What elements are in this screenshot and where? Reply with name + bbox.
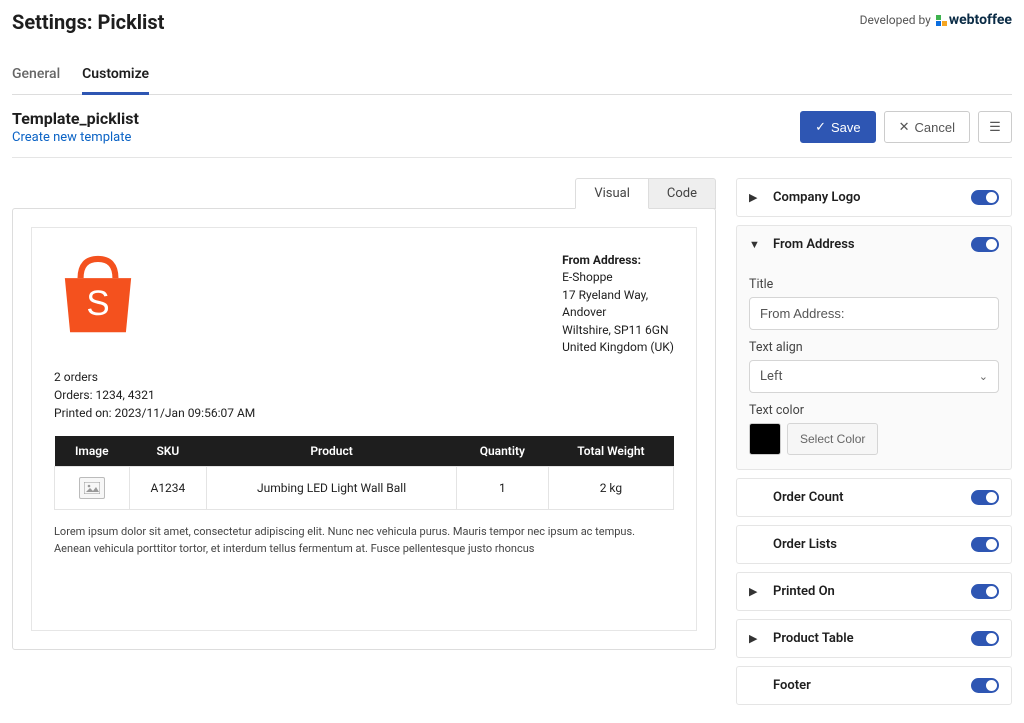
panel-header-printed-on[interactable]: ▶ Printed On (737, 573, 1011, 610)
panel-order-count: ▶ Order Count (736, 478, 1012, 517)
product-table: Image SKU Product Quantity Total Weight (54, 436, 674, 510)
from-address-block: From Address: E-Shoppe 17 Ryeland Way, A… (562, 252, 674, 356)
text-align-select[interactable]: Left ⌄ (749, 360, 999, 393)
toggle-product-table[interactable] (971, 631, 999, 646)
template-name: Template_picklist (12, 109, 139, 128)
image-placeholder-icon (79, 477, 105, 499)
svg-text:S: S (86, 284, 109, 323)
order-count-text: 2 orders (54, 368, 674, 386)
panel-footer: ▶ Footer (736, 666, 1012, 705)
panel-order-lists: ▶ Order Lists (736, 525, 1012, 564)
select-color-button[interactable]: Select Color (787, 423, 878, 455)
title-label: Title (749, 277, 999, 292)
save-button[interactable]: ✓ Save (800, 111, 876, 143)
main-tabs: General Customize (12, 58, 1012, 95)
orders-text: Orders: 1234, 4321 (54, 386, 674, 404)
hamburger-icon: ☰ (989, 119, 1001, 135)
chevron-down-icon: ⌄ (979, 370, 988, 383)
close-icon: ✕ (899, 119, 910, 135)
check-icon: ✓ (815, 119, 826, 135)
cancel-button[interactable]: ✕ Cancel (884, 111, 970, 143)
panel-header-company-logo[interactable]: ▶ Company Logo (737, 179, 1011, 216)
panel-printed-on: ▶ Printed On (736, 572, 1012, 611)
page-title: Settings: Picklist (12, 10, 164, 34)
developed-by: Developed by webtoffee (860, 12, 1012, 28)
create-template-link[interactable]: Create new template (12, 130, 131, 145)
chevron-right-icon: ▶ (749, 632, 763, 645)
printed-on-text: Printed on: 2023/11/Jan 09:56:07 AM (54, 404, 674, 422)
panel-product-table: ▶ Product Table (736, 619, 1012, 658)
menu-button[interactable]: ☰ (978, 111, 1012, 143)
panel-from-address: ▼ From Address Title Text align Left ⌄ T… (736, 225, 1012, 470)
panel-header-order-lists[interactable]: ▶ Order Lists (737, 526, 1011, 563)
toggle-footer[interactable] (971, 678, 999, 693)
text-color-label: Text color (749, 403, 999, 418)
panel-company-logo: ▶ Company Logo (736, 178, 1012, 217)
color-swatch[interactable] (749, 423, 781, 455)
table-row: A1234 Jumbing LED Light Wall Ball 1 2 kg (55, 467, 674, 510)
panel-header-from-address[interactable]: ▼ From Address (737, 226, 1011, 263)
panel-header-product-table[interactable]: ▶ Product Table (737, 620, 1011, 657)
toggle-company-logo[interactable] (971, 190, 999, 205)
panel-header-footer[interactable]: ▶ Footer (737, 667, 1011, 704)
webtoffee-logo: webtoffee (936, 12, 1012, 28)
view-tab-visual[interactable]: Visual (575, 178, 649, 209)
view-tab-code[interactable]: Code (649, 178, 716, 209)
chevron-right-icon: ▶ (749, 191, 763, 204)
text-align-label: Text align (749, 340, 999, 355)
preview-document: S From Address: E-Shoppe 17 Ryeland Way,… (31, 227, 697, 631)
preview-shell: S From Address: E-Shoppe 17 Ryeland Way,… (12, 208, 716, 650)
chevron-right-icon: ▶ (749, 585, 763, 598)
company-logo-icon: S (54, 252, 142, 334)
panel-header-order-count[interactable]: ▶ Order Count (737, 479, 1011, 516)
toggle-order-lists[interactable] (971, 537, 999, 552)
toggle-order-count[interactable] (971, 490, 999, 505)
toggle-printed-on[interactable] (971, 584, 999, 599)
tab-customize[interactable]: Customize (82, 58, 149, 95)
title-input[interactable] (749, 297, 999, 330)
footer-text: Lorem ipsum dolor sit amet, consectetur … (54, 524, 674, 557)
toggle-from-address[interactable] (971, 237, 999, 252)
tab-general[interactable]: General (12, 58, 60, 94)
chevron-down-icon: ▼ (749, 238, 763, 251)
